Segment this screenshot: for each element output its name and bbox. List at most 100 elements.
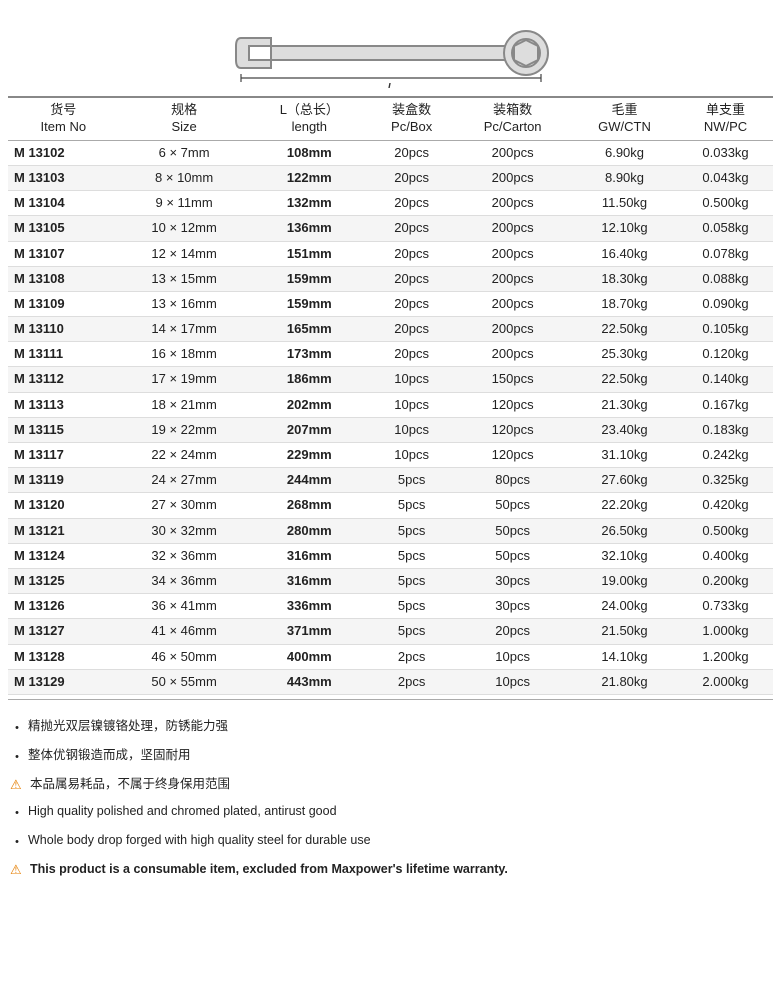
table-row: M 1310712 × 14mm151mm20pcs200pcs16.40kg0… [8,241,773,266]
table-cell: 0.420kg [678,493,773,518]
table-cell: 165mm [250,317,369,342]
divider [8,699,773,700]
table-cell: 200pcs [454,266,571,291]
table-cell: 8.90kg [571,165,678,190]
table-cell: 25.30kg [571,342,678,367]
table-row: M 131049 × 11mm132mm20pcs200pcs11.50kg0.… [8,191,773,216]
table-cell: M 13110 [8,317,119,342]
table-row: M 1312027 × 30mm268mm5pcs50pcs22.20kg0.4… [8,493,773,518]
col-header-gw: 毛重 GW/CTN [571,97,678,140]
table-cell: 280mm [250,518,369,543]
note-en3-warn: ⚠ This product is a consumable item, exc… [10,857,771,883]
table-cell: 10pcs [454,644,571,669]
table-cell: 200pcs [454,165,571,190]
table-cell: 5pcs [369,568,454,593]
wrench-diagram: L [0,0,781,96]
table-cell: 24 × 27mm [119,468,250,493]
table-cell: 200pcs [454,241,571,266]
table-cell: 24.00kg [571,594,678,619]
table-cell: 14 × 17mm [119,317,250,342]
table-cell: 17 × 19mm [119,367,250,392]
table-cell: 26.50kg [571,518,678,543]
table-cell: 120pcs [454,417,571,442]
table-cell: 10pcs [454,669,571,694]
note-cn2: ・ 整体优钢锻造而成，坚固耐用 [10,743,771,771]
note-en2: ・ Whole body drop forged with high quali… [10,828,771,856]
table-cell: 31.10kg [571,443,678,468]
col-header-nw: 单支重 NW/PC [678,97,773,140]
table-cell: 16 × 18mm [119,342,250,367]
table-cell: 0.400kg [678,543,773,568]
table-cell: 50pcs [454,493,571,518]
note-cn1: ・ 精抛光双层镍镀铬处理，防锈能力强 [10,714,771,742]
table-cell: 5pcs [369,619,454,644]
table-cell: M 13125 [8,568,119,593]
table-row: M 1312432 × 36mm316mm5pcs50pcs32.10kg0.4… [8,543,773,568]
table-cell: M 13128 [8,644,119,669]
table-cell: 371mm [250,619,369,644]
table-cell: 150pcs [454,367,571,392]
table-cell: 18.70kg [571,291,678,316]
table-cell: 14.10kg [571,644,678,669]
table-cell: 202mm [250,392,369,417]
table-cell: 12.10kg [571,216,678,241]
table-cell: 200pcs [454,216,571,241]
table-cell: 120pcs [454,392,571,417]
warning-icon-en: ⚠ [10,857,26,883]
table-row: M 131038 × 10mm122mm20pcs200pcs8.90kg0.0… [8,165,773,190]
table-row: M 1311318 × 21mm202mm10pcs120pcs21.30kg0… [8,392,773,417]
table-cell: 13 × 16mm [119,291,250,316]
table-cell: M 13107 [8,241,119,266]
table-cell: 5pcs [369,518,454,543]
table-cell: 0.183kg [678,417,773,442]
table-cell: M 13102 [8,140,119,165]
table-cell: 0.325kg [678,468,773,493]
footer-notes: ・ 精抛光双层镍镀铬处理，防锈能力强 ・ 整体优钢锻造而成，坚固耐用 ⚠ 本品属… [0,704,781,892]
table-cell: 32.10kg [571,543,678,568]
table-cell: 20pcs [369,266,454,291]
table-cell: 0.033kg [678,140,773,165]
table-cell: 41 × 46mm [119,619,250,644]
table-cell: 443mm [250,669,369,694]
col-header-pccarton: 装箱数 Pc/Carton [454,97,571,140]
table-cell: 200pcs [454,191,571,216]
table-cell: 10 × 12mm [119,216,250,241]
table-cell: 132mm [250,191,369,216]
table-cell: 268mm [250,493,369,518]
table-cell: 0.733kg [678,594,773,619]
table-cell: 200pcs [454,317,571,342]
table-cell: 122mm [250,165,369,190]
table-cell: 30 × 32mm [119,518,250,543]
table-cell: 30pcs [454,594,571,619]
svg-text:L: L [386,80,394,88]
table-cell: 108mm [250,140,369,165]
table-cell: 0.090kg [678,291,773,316]
table-cell: 200pcs [454,291,571,316]
table-cell: 23.40kg [571,417,678,442]
table-cell: 5pcs [369,594,454,619]
table-cell: 80pcs [454,468,571,493]
table-cell: 10pcs [369,392,454,417]
table-cell: 22.50kg [571,367,678,392]
table-cell: M 13127 [8,619,119,644]
col-header-pcbox: 装盒数 Pc/Box [369,97,454,140]
table-cell: M 13115 [8,417,119,442]
table-cell: 10pcs [369,367,454,392]
table-cell: 0.120kg [678,342,773,367]
product-table-container: 货号 Item No 规格 Size L（总长） length 装盒数 Pc/B… [0,96,781,695]
table-cell: 20pcs [369,165,454,190]
table-cell: 200pcs [454,140,571,165]
table-cell: 21.50kg [571,619,678,644]
table-cell: 0.043kg [678,165,773,190]
table-cell: 0.105kg [678,317,773,342]
table-cell: 6 × 7mm [119,140,250,165]
table-cell: 50pcs [454,518,571,543]
table-cell: 186mm [250,367,369,392]
table-cell: 30pcs [454,568,571,593]
table-row: M 1311722 × 24mm229mm10pcs120pcs31.10kg0… [8,443,773,468]
table-body: M 131026 × 7mm108mm20pcs200pcs6.90kg0.03… [8,140,773,694]
table-cell: 16.40kg [571,241,678,266]
table-cell: 13 × 15mm [119,266,250,291]
table-cell: 18 × 21mm [119,392,250,417]
table-cell: 5pcs [369,493,454,518]
